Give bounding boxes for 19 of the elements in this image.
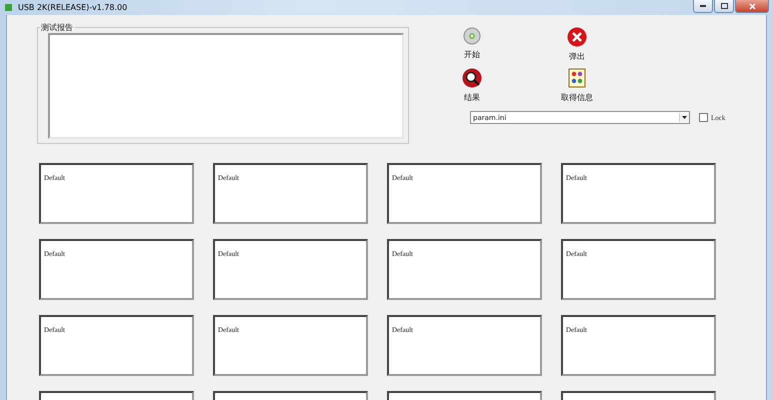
group-title: 测试报告 — [40, 22, 74, 33]
toolbar-button[interactable]: 取得信息 — [561, 68, 593, 103]
disc-icon — [463, 27, 481, 45]
maximize-button[interactable] — [714, 0, 734, 13]
dropdown-arrow-icon — [682, 116, 687, 119]
close-icon — [748, 2, 756, 10]
document-icon — [568, 68, 586, 88]
toolbar-button[interactable]: 结果 — [462, 68, 482, 103]
magnifier-icon — [462, 68, 482, 88]
app-icon — [4, 3, 13, 12]
toolbar-button[interactable]: 弹出 — [567, 27, 587, 62]
toolbar-button[interactable]: 开始 — [463, 27, 481, 62]
report-text-area[interactable] — [48, 33, 404, 139]
close-button[interactable] — [735, 0, 769, 13]
close-icon — [567, 27, 587, 47]
minimize-button[interactable] — [693, 0, 713, 13]
minimize-icon — [700, 5, 706, 7]
window-title: USB 2K(RELEASE)-v1.78.00 — [18, 3, 128, 12]
maximize-icon — [720, 3, 728, 9]
